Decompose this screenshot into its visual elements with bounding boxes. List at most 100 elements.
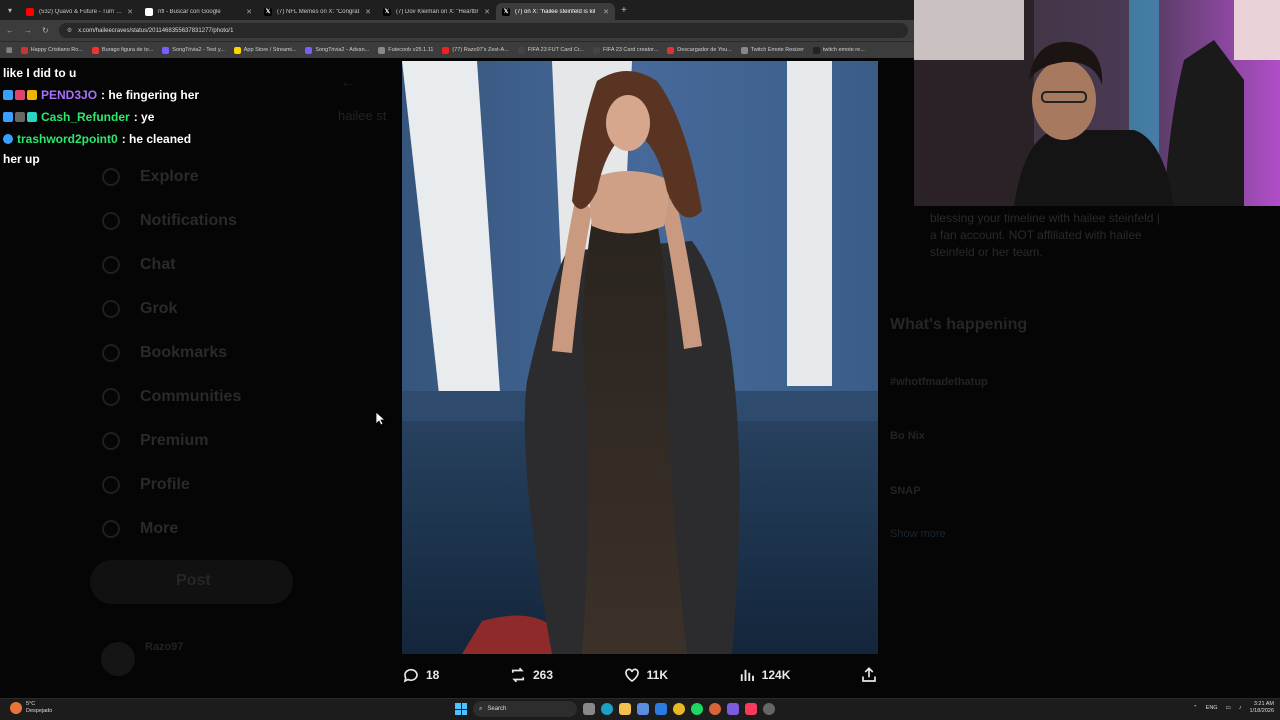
photo-action-bar: 18 263 11K 124K xyxy=(402,664,878,686)
tab-close-icon[interactable]: ✕ xyxy=(246,8,252,16)
music-icon[interactable] xyxy=(745,703,757,715)
trend-3[interactable]: SNAP xyxy=(890,485,921,497)
tab-close-icon[interactable]: ✕ xyxy=(365,8,371,16)
trend-2[interactable]: Bo Nix xyxy=(890,430,925,442)
nav-item-communities[interactable]: Communities xyxy=(140,388,241,406)
volume-icon[interactable]: ♪ xyxy=(1239,705,1242,711)
show-more-link[interactable]: Show more xyxy=(890,528,946,540)
bookmark-item[interactable]: Happy Cristiano Ro... xyxy=(20,46,83,54)
new-tab-button[interactable]: + xyxy=(621,5,627,16)
reload-icon[interactable]: ↻ xyxy=(42,26,49,35)
clock[interactable]: 3:21 AM 1/18/2026 xyxy=(1250,701,1274,715)
nav-grok-icon[interactable] xyxy=(102,300,120,318)
bookmark-icon xyxy=(20,46,28,54)
tab-close-icon[interactable]: ✕ xyxy=(484,8,490,16)
bookmark-item[interactable]: Futecoob v25.1.11 xyxy=(378,46,433,54)
nav-communities-icon[interactable] xyxy=(102,388,120,406)
file-explorer-icon[interactable] xyxy=(619,703,631,715)
browser-tab[interactable]: 𝕏 (7) Dov Kleiman on X: "Heartbr ✕ xyxy=(377,3,496,20)
back-icon[interactable]: ← xyxy=(6,26,14,35)
views-button[interactable]: 124K xyxy=(738,666,790,684)
bookmark-item[interactable]: FIFA 23 Card creator... xyxy=(592,46,658,54)
nav-item-chat[interactable]: Chat xyxy=(140,256,176,274)
nav-item-grok[interactable]: Grok xyxy=(140,300,177,318)
like-button[interactable]: 11K xyxy=(623,666,668,684)
apps-icon[interactable]: ▦ xyxy=(6,46,13,54)
nav-item-profile[interactable]: Profile xyxy=(140,476,190,494)
browser-tab[interactable]: 𝕏 (7) NFL Memes on X: "Congrat ✕ xyxy=(258,3,377,20)
nav-explore-icon[interactable] xyxy=(102,168,120,186)
browser-tab[interactable]: (532) Quavo & Future - Turn Yo ✕ xyxy=(20,3,139,20)
bookmark-item[interactable]: Descargador de You... xyxy=(667,46,732,54)
avatar xyxy=(101,642,135,676)
repost-button[interactable]: 263 xyxy=(509,666,553,684)
tray-chevron-icon[interactable]: ⌃ xyxy=(1193,705,1198,711)
discord-icon[interactable] xyxy=(727,703,739,715)
trend-1[interactable]: #whotfmadethatup xyxy=(890,376,988,388)
nav-item-explore[interactable]: Explore xyxy=(140,168,199,186)
like-count: 11K xyxy=(646,668,669,682)
tab-title: (7) on X: "hailee steinfeld is kil xyxy=(515,8,596,15)
post-photo[interactable] xyxy=(402,61,878,654)
lang-indicator[interactable]: ENG xyxy=(1206,705,1218,711)
nav-premium-icon[interactable] xyxy=(102,432,120,450)
chrome-icon[interactable] xyxy=(673,703,685,715)
google-icon xyxy=(145,7,153,16)
badge-icon xyxy=(3,112,13,122)
bookmark-item[interactable]: SongTrivia2 - Advan... xyxy=(305,46,369,54)
chrome-canary-icon[interactable] xyxy=(709,703,721,715)
site-info-icon[interactable]: ⚙ xyxy=(67,27,72,34)
forward-icon[interactable]: → xyxy=(24,26,32,35)
start-button[interactable] xyxy=(455,703,467,715)
task-view-icon[interactable] xyxy=(583,703,595,715)
store-icon[interactable] xyxy=(637,703,649,715)
mouse-cursor-icon xyxy=(376,412,385,426)
nav-profile-icon[interactable] xyxy=(102,476,120,494)
nav-chat-icon[interactable] xyxy=(102,256,120,274)
chat-username[interactable]: trashword2point0 xyxy=(17,128,118,150)
url-field[interactable]: ⚙ x.com/haileecraves/status/201146835563… xyxy=(58,23,908,38)
bookmark-item[interactable]: Burago figura de to... xyxy=(91,46,154,54)
bookmark-item[interactable]: FIFA 23 FUT Card Cr... xyxy=(517,46,584,54)
nav-notifications-icon[interactable] xyxy=(102,212,120,230)
edge-icon[interactable] xyxy=(601,703,613,715)
spotify-icon[interactable] xyxy=(691,703,703,715)
nav-bookmarks-icon[interactable] xyxy=(102,344,120,362)
browser-tab[interactable]: 𝕏 (7) on X: "hailee steinfeld is kil ✕ xyxy=(496,3,615,20)
badge-icon xyxy=(27,112,37,122)
chat-badges xyxy=(3,90,37,100)
taskbar-search[interactable]: ⌕ Search xyxy=(473,701,577,717)
bookmark-item[interactable]: App Store / Streami... xyxy=(233,46,296,54)
nav-item-more[interactable]: More xyxy=(140,520,178,538)
nav-item-bookmarks[interactable]: Bookmarks xyxy=(140,344,227,362)
chat-username[interactable]: Cash_Refunder xyxy=(41,106,130,128)
network-icon[interactable]: ▭ xyxy=(1226,705,1231,711)
reply-button[interactable]: 18 xyxy=(402,666,439,684)
bookmark-item[interactable]: (77) Razo97's Zest-A... xyxy=(442,46,509,54)
bookmark-icon xyxy=(305,46,313,54)
outlook-icon[interactable] xyxy=(655,703,667,715)
tab-title: (7) NFL Memes on X: "Congrat xyxy=(277,8,360,15)
tab-search-icon[interactable]: ▾ xyxy=(0,0,20,20)
bookmark-item[interactable]: twitch emote re... xyxy=(812,46,865,54)
tab-title: (532) Quavo & Future - Turn Yo xyxy=(39,8,123,15)
back-arrow-icon[interactable]: ← xyxy=(340,74,356,92)
bookmark-icon xyxy=(812,46,820,54)
bookmark-icon xyxy=(442,46,450,54)
bookmark-item[interactable]: Twitch Emote Resizer xyxy=(740,46,804,54)
browser-tab[interactable]: nfl - Buscar con Google ✕ xyxy=(139,3,258,20)
reply-icon xyxy=(403,668,418,683)
nav-item-notifications[interactable]: Notifications xyxy=(140,212,237,230)
app-icon[interactable] xyxy=(763,703,775,715)
weather-widget[interactable]: 5°C Despejado xyxy=(10,701,52,715)
nav-more-icon[interactable] xyxy=(102,520,120,538)
tab-close-icon[interactable]: ✕ xyxy=(603,8,609,16)
nav-item-premium[interactable]: Premium xyxy=(140,432,208,450)
tab-close-icon[interactable]: ✕ xyxy=(127,8,133,16)
bookmark-label: Burago figura de to... xyxy=(101,47,154,53)
system-tray: ⌃ ENG ▭ ♪ 3:21 AM 1/18/2026 xyxy=(1193,701,1274,715)
bookmark-item[interactable]: SongTrivia2 - Test y... xyxy=(162,46,225,54)
photo-image xyxy=(402,61,878,654)
chat-username[interactable]: PEND3JO xyxy=(41,84,97,106)
share-button[interactable] xyxy=(860,666,878,684)
